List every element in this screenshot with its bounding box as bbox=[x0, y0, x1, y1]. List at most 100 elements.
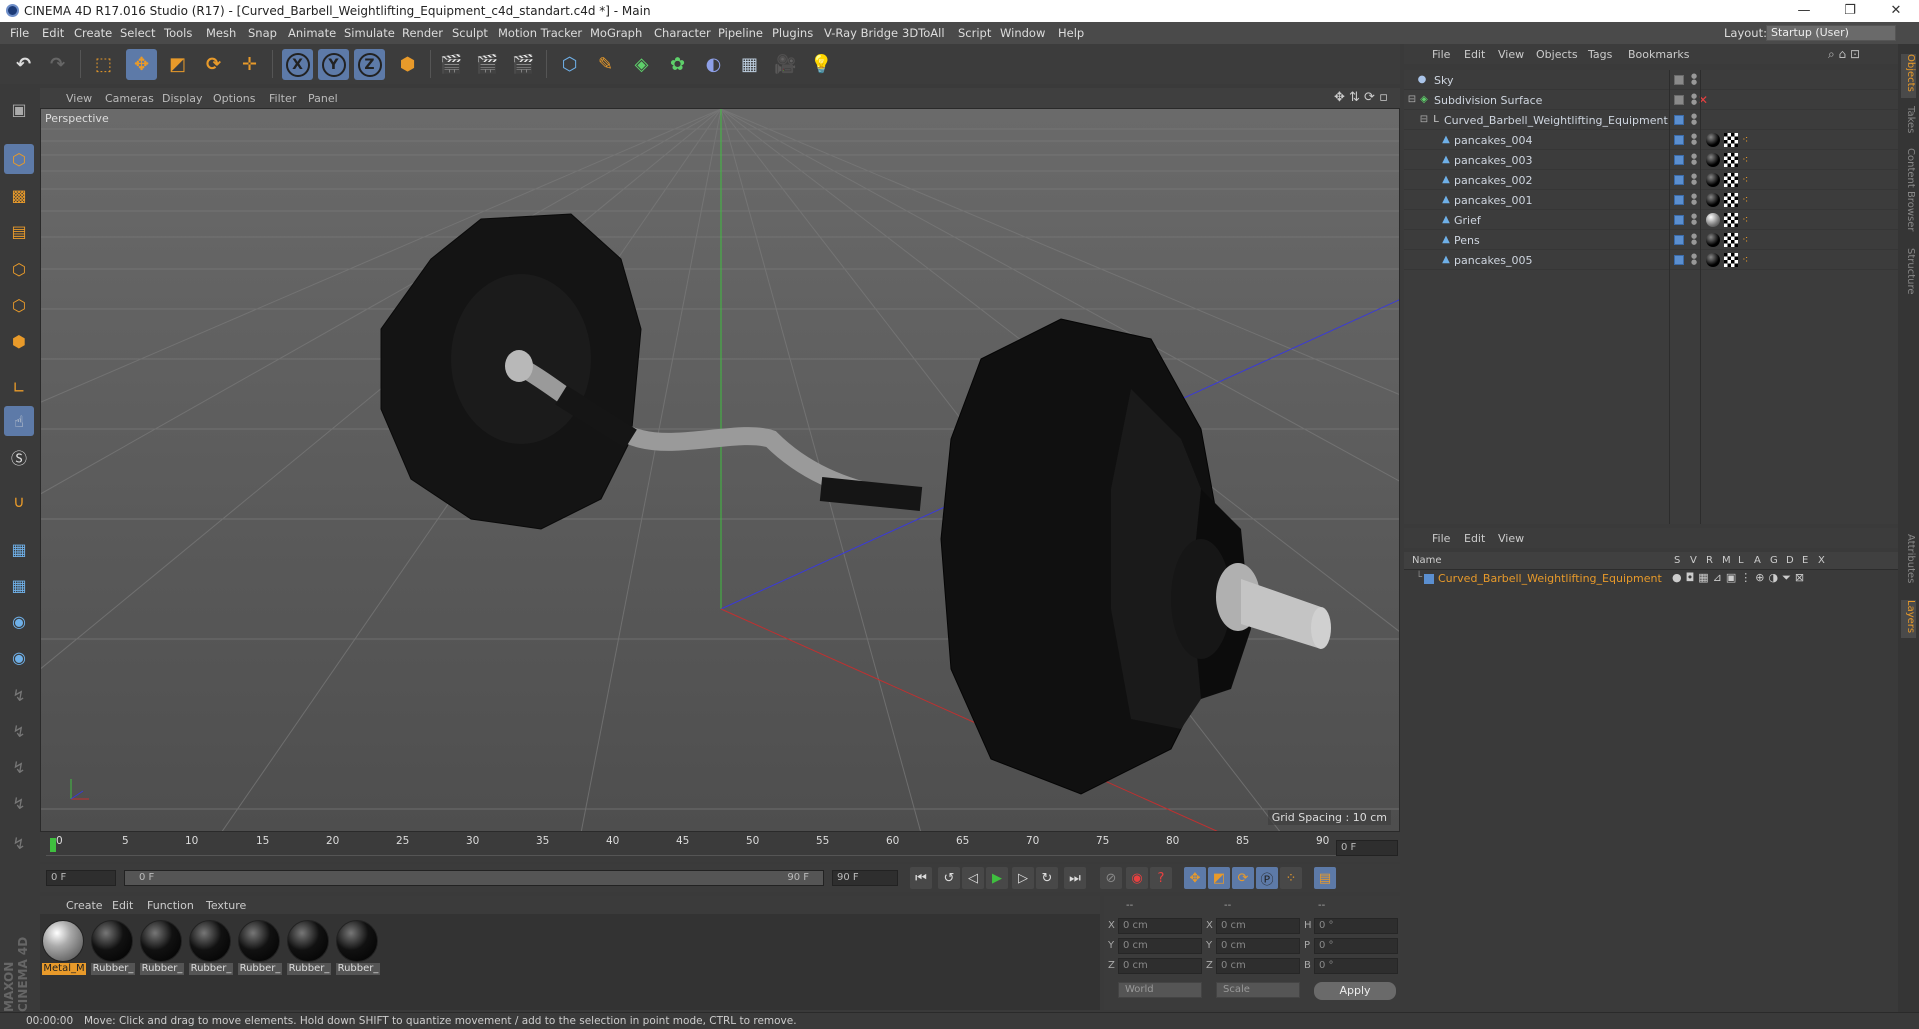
cube-object-icon[interactable]: ⬡ bbox=[554, 49, 585, 80]
viewport-menu-options[interactable]: Options bbox=[213, 92, 255, 105]
key-parameter-icon[interactable]: Ⓟ bbox=[1256, 867, 1278, 889]
position-z-field[interactable]: 0 cm bbox=[1118, 958, 1202, 974]
play-icon[interactable]: ▶ bbox=[986, 867, 1008, 889]
material-tag-icon[interactable] bbox=[1706, 193, 1720, 207]
phong-tag-icon[interactable]: ⁖ bbox=[1742, 233, 1754, 247]
position-y-field[interactable]: 0 cm bbox=[1118, 938, 1202, 954]
axis-mode-icon[interactable]: ∟ bbox=[4, 372, 34, 402]
make-editable-icon[interactable]: ▣ bbox=[4, 94, 34, 124]
hair-tool-3-icon[interactable]: ↯ bbox=[4, 752, 34, 782]
undo-icon[interactable]: ↶ bbox=[8, 49, 39, 80]
rotate-tool-icon[interactable]: ⟳ bbox=[198, 49, 229, 80]
next-keyframe-icon[interactable]: ↻ bbox=[1036, 867, 1058, 889]
record-keyframe-icon[interactable]: ⊘ bbox=[1100, 867, 1122, 889]
menu-file[interactable]: File bbox=[10, 26, 29, 40]
minimize-button[interactable]: — bbox=[1781, 0, 1827, 22]
menu-mesh[interactable]: Mesh bbox=[206, 26, 236, 40]
apply-button[interactable]: Apply bbox=[1314, 982, 1396, 1000]
menu-select[interactable]: Select bbox=[120, 26, 155, 40]
object-row[interactable]: ● Sky ● ● bbox=[1404, 70, 1898, 90]
layer-check[interactable] bbox=[1674, 95, 1684, 105]
om-search-home-icons[interactable]: ⌕ ⌂ ⊡ bbox=[1828, 47, 1860, 62]
previous-keyframe-icon[interactable]: ↺ bbox=[938, 867, 960, 889]
menu-script[interactable]: Script bbox=[958, 26, 991, 40]
viewport-menu-panel[interactable]: Panel bbox=[308, 92, 338, 105]
material-menu-texture[interactable]: Texture bbox=[206, 899, 246, 912]
visibility-dots[interactable]: ● ● bbox=[1691, 253, 1697, 266]
x-axis-toggle[interactable]: X bbox=[282, 49, 313, 80]
visibility-dots[interactable]: ● ● bbox=[1691, 213, 1697, 226]
snap-toggle-icon[interactable]: Ⓢ bbox=[4, 442, 34, 472]
collapse-icon[interactable]: ⊟ bbox=[1406, 94, 1418, 106]
layer-check[interactable] bbox=[1674, 155, 1684, 165]
deformer-icon[interactable]: ◐ bbox=[698, 49, 729, 80]
visibility-dots[interactable]: ● ● bbox=[1691, 133, 1697, 146]
menu-window[interactable]: Window bbox=[1000, 26, 1045, 40]
collapse-icon[interactable]: ⊟ bbox=[1418, 114, 1430, 126]
subdivision-surface-icon[interactable]: ◈ bbox=[626, 49, 657, 80]
visibility-dots[interactable]: ● ● bbox=[1691, 73, 1697, 86]
layer-check[interactable] bbox=[1674, 255, 1684, 265]
rotation-h-field[interactable]: 0 ° bbox=[1314, 918, 1398, 934]
go-to-start-icon[interactable]: ⏮ bbox=[910, 867, 932, 889]
layer-check[interactable] bbox=[1674, 175, 1684, 185]
lm-menu-view[interactable]: View bbox=[1498, 532, 1524, 545]
layout-select[interactable]: Startup (User) bbox=[1766, 25, 1896, 41]
phong-tag-icon[interactable]: ⁖ bbox=[1742, 133, 1754, 147]
menu-snap[interactable]: Snap bbox=[248, 26, 277, 40]
cloner-icon[interactable]: ✿ bbox=[662, 49, 693, 80]
pen-spline-icon[interactable]: ✎ bbox=[590, 49, 621, 80]
tab-structure[interactable]: Structure bbox=[1901, 248, 1916, 300]
menu-character[interactable]: Character bbox=[654, 26, 711, 40]
layer-check[interactable] bbox=[1674, 115, 1684, 125]
om-menu-objects[interactable]: Objects bbox=[1536, 48, 1578, 61]
layer-flag-icons[interactable]: ●◘▦⊿▣⋮⊕◑⏷⊠ bbox=[1672, 571, 1808, 585]
object-row[interactable]: ▲ pancakes_005 ● ● ⁖ bbox=[1404, 250, 1898, 270]
hair-tool-icon[interactable]: ↯ bbox=[4, 680, 34, 710]
coordinate-system-icon[interactable]: ⬢ bbox=[392, 49, 423, 80]
viewport-navigation-icons[interactable]: ✥ ⇅ ⟳ ▫ bbox=[1334, 90, 1388, 105]
scale-tool-icon[interactable]: ◩ bbox=[162, 49, 193, 80]
magnet-icon[interactable]: ∪ bbox=[4, 486, 34, 516]
lm-menu-edit[interactable]: Edit bbox=[1464, 532, 1485, 545]
tab-takes[interactable]: Takes bbox=[1901, 106, 1916, 140]
size-x-field[interactable]: 0 cm bbox=[1216, 918, 1300, 934]
visibility-dots[interactable]: ● ● bbox=[1691, 193, 1697, 206]
phong-tag-icon[interactable]: ⁖ bbox=[1742, 253, 1754, 267]
hair-tool-4-icon[interactable]: ↯ bbox=[4, 788, 34, 818]
size-mode-dropdown[interactable]: Scale bbox=[1216, 982, 1300, 998]
viewport-menu-display[interactable]: Display bbox=[162, 92, 203, 105]
python-script-icon[interactable]: ◉ bbox=[4, 606, 34, 636]
menu-edit[interactable]: Edit bbox=[42, 26, 64, 40]
camera-icon[interactable]: 🎥 bbox=[770, 49, 801, 80]
points-mode-icon[interactable]: ⬡ bbox=[4, 254, 34, 284]
layer-check[interactable] bbox=[1674, 195, 1684, 205]
move-tool-icon[interactable]: ✥ bbox=[126, 49, 157, 80]
rotation-b-field[interactable]: 0 ° bbox=[1314, 958, 1398, 974]
om-menu-view[interactable]: View bbox=[1498, 48, 1524, 61]
key-scale-icon[interactable]: ◩ bbox=[1208, 867, 1230, 889]
lm-menu-file[interactable]: File bbox=[1432, 532, 1450, 545]
current-frame-field[interactable]: 0 F bbox=[1336, 840, 1398, 856]
key-position-icon[interactable]: ✥ bbox=[1184, 867, 1206, 889]
phong-tag-icon[interactable]: ⁖ bbox=[1742, 193, 1754, 207]
keyframe-selection-icon[interactable]: ? bbox=[1150, 867, 1172, 889]
menu-motion-tracker[interactable]: Motion Tracker bbox=[498, 26, 582, 40]
menu-pipeline[interactable]: Pipeline bbox=[718, 26, 763, 40]
transform-tool-icon[interactable]: ✛ bbox=[234, 49, 265, 80]
viewport-menu-filter[interactable]: Filter bbox=[269, 92, 296, 105]
timeline-ruler[interactable]: 0 5 10 15 20 25 30 35 40 45 50 55 60 65 … bbox=[40, 832, 1400, 862]
object-row[interactable]: ▲ Grief ● ● ⁖ bbox=[1404, 210, 1898, 230]
material-swatch[interactable]: Metal_M bbox=[42, 920, 86, 978]
om-menu-edit[interactable]: Edit bbox=[1464, 48, 1485, 61]
python-script-2-icon[interactable]: ◉ bbox=[4, 642, 34, 672]
menu-3dtoall[interactable]: 3DToAll bbox=[902, 26, 945, 40]
material-menu-function[interactable]: Function bbox=[147, 899, 194, 912]
y-axis-toggle[interactable]: Y bbox=[318, 49, 349, 80]
material-tag-icon[interactable] bbox=[1706, 233, 1720, 247]
tab-content-browser[interactable]: Content Browser bbox=[1901, 148, 1916, 240]
tab-layers[interactable]: Layers bbox=[1901, 600, 1916, 638]
next-frame-icon[interactable]: ▷ bbox=[1012, 867, 1034, 889]
edges-mode-icon[interactable]: ⬡ bbox=[4, 290, 34, 320]
om-menu-tags[interactable]: Tags bbox=[1588, 48, 1612, 61]
